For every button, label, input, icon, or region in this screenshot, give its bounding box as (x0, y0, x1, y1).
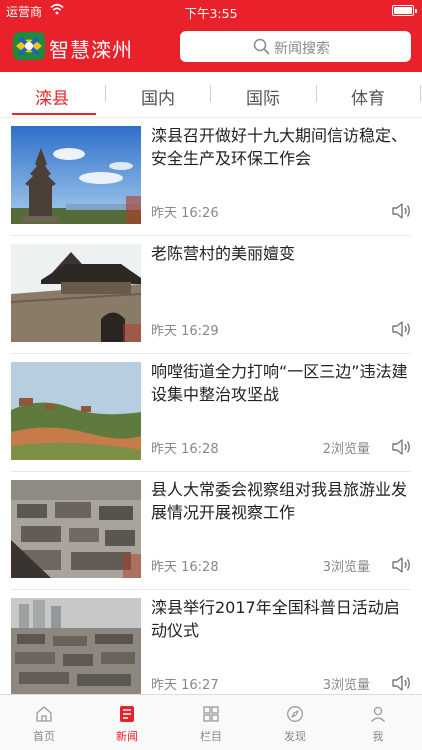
status-bar: 运营商 下午3:55 (0, 0, 422, 21)
view-count: 2浏览量 (322, 442, 370, 457)
nav-label: 发现 (284, 730, 306, 743)
news-thumbnail (11, 598, 141, 694)
battery-icon (392, 5, 417, 16)
news-item[interactable]: 老陈营村的美丽嬗变 昨天 16:29 (0, 236, 422, 354)
news-item[interactable]: 县人大常委会视察组对我县旅游业发展情况开展视察工作 昨天 16:28 3浏览量 (0, 472, 422, 590)
tab-domestic[interactable]: 国内 (141, 84, 175, 109)
compass-icon (287, 706, 303, 722)
search-icon (253, 38, 270, 55)
home-icon (36, 706, 52, 722)
news-time: 昨天 16:29 (151, 324, 219, 339)
news-thumbnail (11, 244, 141, 342)
news-title: 县人大常委会视察组对我县旅游业发展情况开展视察工作 (151, 480, 408, 522)
news-time: 昨天 16:28 (151, 560, 219, 575)
bottom-nav: 首页 新闻 栏目 发现 我 (0, 694, 422, 750)
news-search-box[interactable]: 新闻搜索 (180, 31, 411, 62)
nav-label: 栏目 (200, 730, 222, 743)
news-title: 滦县举行2017年全国科普日活动启动仪式 (151, 598, 400, 640)
nav-home[interactable]: 首页 (2, 695, 86, 750)
news-time: 昨天 16:28 (151, 442, 219, 457)
tab-divider (210, 85, 211, 102)
nav-label: 首页 (33, 730, 55, 743)
nav-label: 我 (372, 730, 384, 743)
view-count: 3浏览量 (322, 560, 370, 575)
person-icon (371, 706, 385, 722)
app-header: 运营商 下午3:55 智慧滦州 新闻搜索 (0, 0, 422, 72)
nav-me[interactable]: 我 (336, 695, 420, 750)
news-item[interactable]: 滦县召开做好十九大期间信访稳定、安全生产及环保工作会 昨天 16:26 (0, 118, 422, 236)
category-tabs: 滦县 国内 国际 体育 (0, 72, 422, 118)
tab-sports[interactable]: 体育 (351, 84, 385, 109)
app-logo-icon (13, 32, 45, 60)
view-count: 3浏览量 (322, 678, 370, 693)
nav-label: 新闻 (116, 730, 138, 743)
news-time: 昨天 16:26 (151, 206, 219, 221)
tab-divider (105, 85, 106, 102)
active-tab-indicator (12, 113, 96, 115)
app-title: 智慧滦州 (49, 38, 133, 62)
news-thumbnail (11, 126, 141, 224)
tab-luanxian[interactable]: 滦县 (35, 84, 69, 109)
news-icon (120, 706, 134, 722)
tab-divider (420, 85, 421, 102)
news-title: 滦县召开做好十九大期间信访稳定、安全生产及环保工作会 (151, 126, 408, 168)
news-thumbnail (11, 480, 141, 578)
status-time: 下午3:55 (184, 6, 238, 21)
tab-international[interactable]: 国际 (246, 84, 280, 109)
news-list: 滦县召开做好十九大期间信访稳定、安全生产及环保工作会 昨天 16:26 老陈营村… (0, 118, 422, 694)
speaker-icon[interactable] (390, 200, 412, 222)
speaker-icon[interactable] (390, 436, 412, 458)
news-title: 响嘡街道全力打响“一区三边”违法建设集中整治攻坚战 (151, 362, 408, 404)
news-thumbnail (11, 362, 141, 460)
search-placeholder: 新闻搜索 (274, 41, 330, 57)
speaker-icon[interactable] (390, 672, 412, 694)
speaker-icon[interactable] (390, 318, 412, 340)
news-time: 昨天 16:27 (151, 678, 219, 693)
news-title: 老陈营村的美丽嬗变 (151, 244, 296, 263)
news-item[interactable]: 响嘡街道全力打响“一区三边”违法建设集中整治攻坚战 昨天 16:28 2浏览量 (0, 354, 422, 472)
grid-icon (203, 706, 219, 722)
nav-news[interactable]: 新闻 (85, 695, 169, 750)
tab-divider (316, 85, 317, 102)
nav-columns[interactable]: 栏目 (169, 695, 253, 750)
speaker-icon[interactable] (390, 554, 412, 576)
news-item[interactable]: 滦县举行2017年全国科普日活动启动仪式 昨天 16:27 3浏览量 (0, 590, 422, 694)
nav-discover[interactable]: 发现 (253, 695, 337, 750)
